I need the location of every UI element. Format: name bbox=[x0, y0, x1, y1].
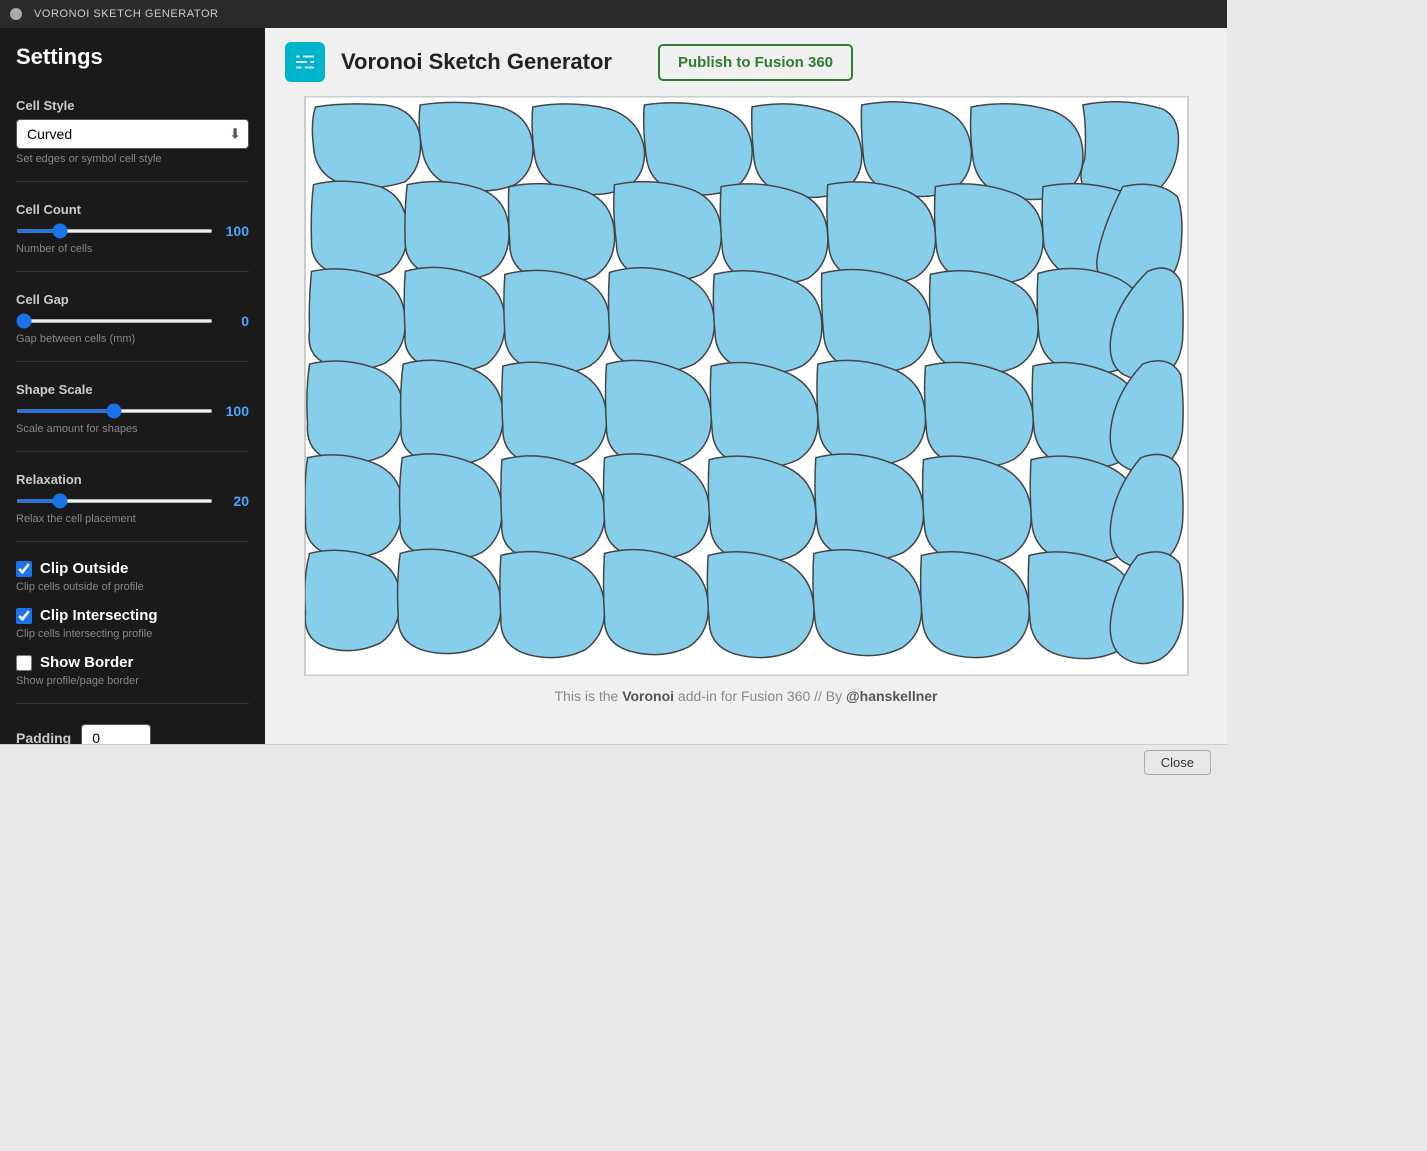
close-button[interactable]: Close bbox=[1144, 750, 1211, 775]
footer-text: This is the Voronoi add-in for Fusion 36… bbox=[555, 688, 938, 704]
padding-input[interactable] bbox=[81, 724, 151, 744]
relaxation-section: Relaxation 20 Relax the cell placement bbox=[16, 462, 249, 531]
cell-style-section: Cell Style Curved Straight Round Symbol … bbox=[16, 88, 249, 171]
cell-style-wrapper: Curved Straight Round Symbol ⬇ bbox=[16, 119, 249, 149]
cell-count-value: 100 bbox=[221, 223, 249, 239]
cell-count-hint: Number of cells bbox=[16, 243, 249, 255]
padding-row: Padding bbox=[16, 724, 249, 744]
title-bar: VORONOI SKETCH GENERATOR bbox=[0, 0, 1227, 28]
cell-style-select[interactable]: Curved Straight Round Symbol bbox=[16, 119, 249, 149]
publish-button[interactable]: Publish to Fusion 360 bbox=[658, 44, 853, 81]
window-button[interactable] bbox=[10, 8, 22, 20]
clip-outside-hint: Clip cells outside of profile bbox=[16, 581, 249, 593]
clip-intersecting-row: Clip Intersecting bbox=[16, 607, 249, 624]
cell-count-section: Cell Count 100 Number of cells bbox=[16, 192, 249, 261]
app-body: Settings Cell Style Curved Straight Roun… bbox=[0, 28, 1227, 744]
canvas-area: This is the Voronoi add-in for Fusion 36… bbox=[265, 96, 1227, 744]
title-bar-text: VORONOI SKETCH GENERATOR bbox=[34, 8, 219, 20]
app-icon bbox=[285, 42, 325, 82]
shape-scale-section: Shape Scale 100 Scale amount for shapes bbox=[16, 372, 249, 441]
show-border-section: Show Border Show profile/page border bbox=[16, 646, 249, 693]
app-title: Voronoi Sketch Generator bbox=[341, 49, 612, 75]
cell-gap-section: Cell Gap 0 Gap between cells (mm) bbox=[16, 282, 249, 351]
footer-text2: add-in for Fusion 360 // By bbox=[674, 688, 846, 704]
cell-count-label: Cell Count bbox=[16, 202, 249, 217]
relaxation-label: Relaxation bbox=[16, 472, 249, 487]
voronoi-canvas bbox=[304, 96, 1189, 676]
clip-outside-row: Clip Outside bbox=[16, 560, 249, 577]
padding-section: Padding Padding around border(inches) bbox=[16, 714, 249, 744]
cell-gap-slider[interactable] bbox=[16, 319, 213, 323]
clip-outside-checkbox[interactable] bbox=[16, 561, 32, 577]
show-border-label: Show Border bbox=[40, 654, 133, 671]
cell-style-hint: Set edges or symbol cell style bbox=[16, 153, 249, 165]
cell-gap-slider-row: 0 bbox=[16, 313, 249, 329]
sliders-icon bbox=[294, 51, 316, 73]
show-border-hint: Show profile/page border bbox=[16, 675, 249, 687]
relaxation-value: 20 bbox=[221, 493, 249, 509]
cell-style-label: Cell Style bbox=[16, 98, 249, 113]
shape-scale-slider[interactable] bbox=[16, 409, 213, 413]
clip-outside-section: Clip Outside Clip cells outside of profi… bbox=[16, 552, 249, 599]
shape-scale-slider-row: 100 bbox=[16, 403, 249, 419]
relaxation-hint: Relax the cell placement bbox=[16, 513, 249, 525]
cell-count-slider-row: 100 bbox=[16, 223, 249, 239]
clip-intersecting-label: Clip Intersecting bbox=[40, 607, 158, 624]
show-border-row: Show Border bbox=[16, 654, 249, 671]
clip-intersecting-checkbox[interactable] bbox=[16, 608, 32, 624]
clip-intersecting-hint: Clip cells intersecting profile bbox=[16, 628, 249, 640]
sidebar: Settings Cell Style Curved Straight Roun… bbox=[0, 28, 265, 744]
top-bar: Voronoi Sketch Generator Publish to Fusi… bbox=[265, 28, 1227, 96]
cell-gap-value: 0 bbox=[221, 313, 249, 329]
relaxation-slider[interactable] bbox=[16, 499, 213, 503]
cell-count-slider[interactable] bbox=[16, 229, 213, 233]
settings-heading: Settings bbox=[16, 44, 249, 70]
shape-scale-value: 100 bbox=[221, 403, 249, 419]
relaxation-slider-row: 20 bbox=[16, 493, 249, 509]
footer-bold: Voronoi bbox=[622, 688, 674, 704]
shape-scale-label: Shape Scale bbox=[16, 382, 249, 397]
footer-text1: This is the bbox=[555, 688, 623, 704]
cell-gap-label: Cell Gap bbox=[16, 292, 249, 307]
show-border-checkbox[interactable] bbox=[16, 655, 32, 671]
bottom-bar: Close bbox=[0, 744, 1227, 780]
clip-outside-label: Clip Outside bbox=[40, 560, 128, 577]
cell-gap-hint: Gap between cells (mm) bbox=[16, 333, 249, 345]
main-content: Voronoi Sketch Generator Publish to Fusi… bbox=[265, 28, 1227, 744]
footer-author: @hanskellner bbox=[846, 688, 937, 704]
clip-intersecting-section: Clip Intersecting Clip cells intersectin… bbox=[16, 599, 249, 646]
shape-scale-hint: Scale amount for shapes bbox=[16, 423, 249, 435]
padding-label: Padding bbox=[16, 730, 71, 744]
